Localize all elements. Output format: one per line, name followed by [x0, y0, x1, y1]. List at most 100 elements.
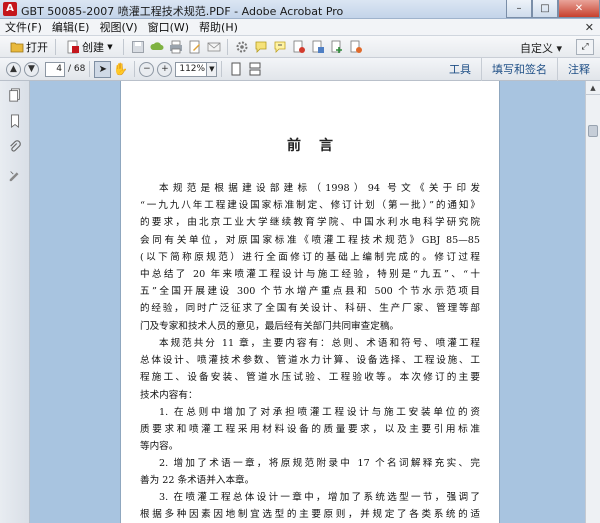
text-line: 的经验，同时广泛征求了全国有关设计、科研、生产厂家、管理等部 — [140, 303, 480, 315]
minimize-button[interactable]: – — [506, 0, 532, 18]
main-toolbar: 打开 创建 ▼ 自定义 ▾ ⤢ — [0, 36, 600, 58]
upload-cloud-icon[interactable] — [149, 40, 164, 54]
extract-page-icon[interactable] — [310, 40, 325, 54]
page-number-input[interactable]: 4 — [45, 61, 65, 77]
text-line: 3. 在喷灌工程总体设计一章中，增加了系统选型一节，强调了 — [159, 492, 480, 503]
signatures-icon[interactable] — [7, 167, 23, 183]
zoom-in-button[interactable]: + — [157, 61, 173, 77]
navigation-pane — [0, 81, 30, 523]
page-heading: 前言 — [287, 138, 351, 154]
zoom-dropdown-button[interactable]: ▼ — [207, 61, 218, 77]
separator — [55, 38, 56, 55]
text-line: 总体设计、喷灌技术参数、管道水力计算、设备选择、工程设施、工 — [140, 355, 480, 367]
insert-page-icon[interactable] — [329, 40, 344, 54]
text-line: 根据多种因素因地制宜选型的主要原则，并规定了各类系统的适 — [140, 509, 480, 521]
text-line: 本规范共分 11 章，主要内容有：总则、术语和符号、喷灌工程 — [159, 338, 480, 349]
arrow-up-icon: ▲ — [590, 83, 596, 92]
bookmarks-icon[interactable] — [7, 113, 23, 129]
open-button[interactable]: 打开 — [4, 38, 51, 56]
text-line: 2. 增加了术语一章，将原规范附录中 17 个名词解释充实、完 — [159, 458, 480, 469]
fit-page-icon[interactable] — [228, 62, 243, 76]
scrolling-mode-icon[interactable] — [247, 62, 262, 76]
vertical-scrollbar[interactable]: ▲ — [585, 81, 600, 523]
text-line: (以下简称原规范）进行全面修订的基础上编制完成的。修订过程 — [140, 251, 480, 263]
separator — [89, 61, 91, 77]
text-line: 等内容。 — [140, 441, 179, 453]
tools-pane-button[interactable]: 工具 — [439, 58, 481, 81]
menu-file[interactable]: 文件(F) — [0, 19, 47, 35]
zoom-level-input[interactable]: 112% — [175, 61, 208, 77]
zoom-out-button[interactable]: − — [139, 61, 155, 77]
highlight-icon[interactable] — [272, 40, 287, 54]
attachments-paperclip-icon[interactable] — [7, 139, 23, 155]
page-thumbnails-icon[interactable] — [7, 87, 23, 103]
hand-tool-icon[interactable]: ✋ — [113, 62, 128, 76]
gear-icon[interactable] — [234, 40, 249, 54]
folder-icon — [9, 40, 24, 54]
acrobat-app-icon: A — [3, 2, 17, 16]
text-line: 中总结了 20 年来喷灌工程设计与施工经验，特别是“九五”、“十 — [140, 269, 480, 281]
scrollbar-thumb[interactable] — [588, 125, 598, 137]
window-controls: – □ ✕ — [506, 0, 600, 18]
task-pane-links: 工具 填写和签名 注释 — [439, 58, 600, 81]
fill-sign-pane-button[interactable]: 填写和签名 — [481, 58, 557, 81]
text-line: 善为 22 条术语并入本章。 — [140, 475, 255, 487]
expand-button[interactable]: ⤢ — [576, 39, 594, 55]
separator — [221, 61, 223, 77]
menu-view[interactable]: 视图(V) — [94, 19, 142, 35]
text-line: 五”全国开展建设 300 个节水增产重点县和 500 个节水示范项目 — [140, 286, 480, 298]
arrow-down-icon: ▼ — [28, 64, 35, 74]
customize-dropdown[interactable]: 自定义 ▾ — [520, 40, 562, 56]
separator — [123, 38, 124, 55]
edit-document-icon[interactable] — [187, 40, 202, 54]
close-button[interactable]: ✕ — [558, 0, 600, 18]
menu-bar: 文件(F) 编辑(E) 视图(V) 窗口(W) 帮助(H) ✕ — [0, 19, 600, 36]
delete-page-icon[interactable] — [291, 40, 306, 54]
create-pdf-icon — [65, 40, 80, 54]
text-line: 的要求，由北京工业大学继续教育学院、中国水利水电科学研究院 — [140, 217, 480, 229]
paragraph-3: 1. 在总则中增加了对承担喷灌工程设计与施工安装单位的资 质要求和喷灌工程采用材… — [140, 404, 480, 456]
arrow-up-icon: ▲ — [10, 64, 17, 74]
select-tool-button[interactable]: ➤ — [94, 60, 112, 78]
customize-label: 自定义 — [519, 42, 553, 55]
pdf-page: 前言 本规范是根据建设部建标（1998）94 号文《关于印发 “一九九八年工程建… — [120, 81, 500, 523]
previous-page-button[interactable]: ▲ — [6, 61, 21, 77]
save-icon[interactable] — [130, 40, 145, 54]
text-line: 本规范是根据建设部建标（1998）94 号文《关于印发 — [159, 183, 480, 194]
open-label: 打开 — [26, 40, 48, 54]
text-line: 门及专家和技术人员的意见，最后经有关部门共同审查定稿。 — [140, 320, 400, 332]
document-viewport[interactable]: 前言 本规范是根据建设部建标（1998）94 号文《关于印发 “一九九八年工程建… — [30, 81, 585, 523]
comment-pane-button[interactable]: 注释 — [557, 58, 600, 81]
paragraph-4: 2. 增加了术语一章，将原规范附录中 17 个名词解释充实、完 善为 22 条术… — [140, 455, 480, 489]
comment-bubble-icon[interactable] — [253, 40, 268, 54]
scroll-up-button[interactable]: ▲ — [586, 81, 600, 95]
paragraph-1: 本规范是根据建设部建标（1998）94 号文《关于印发 “一九九八年工程建设国家… — [140, 180, 480, 335]
text-line: 会同有关单位，对原国家标准《喷灌工程技术规范》GBJ 85—85 — [140, 234, 480, 246]
chevron-down-icon: ▼ — [107, 42, 113, 51]
menu-edit[interactable]: 编辑(E) — [47, 19, 95, 35]
title-bar: A GBT 50085-2007 喷灌工程技术规范.PDF - Adobe Ac… — [0, 0, 600, 19]
maximize-button[interactable]: □ — [532, 0, 558, 18]
text-line: 技术内容有： — [140, 389, 198, 401]
separator — [227, 38, 228, 55]
create-button[interactable]: 创建 ▼ — [60, 38, 119, 56]
email-icon[interactable] — [206, 40, 221, 54]
menu-help[interactable]: 帮助(H) — [194, 19, 243, 35]
paragraph-5: 3. 在喷灌工程总体设计一章中，增加了系统选型一节，强调了 根据多种因素因地制宜… — [140, 489, 480, 523]
page-navigation-toolbar: ▲ ▼ 4 / 68 ➤ ✋ − + 112% ▼ 工具 填写和签名 注释 — [0, 58, 600, 81]
text-line: 1. 在总则中增加了对承担喷灌工程设计与施工安装单位的资 — [159, 407, 480, 418]
separator — [134, 61, 136, 77]
text-line: 质要求和喷灌工程采用材料设备的质量要求，以及主要引用标准 — [140, 424, 480, 436]
cursor-arrow-icon: ➤ — [98, 63, 108, 75]
chevron-down-icon: ▼ — [209, 65, 215, 73]
create-label: 创建 — [82, 40, 104, 54]
crop-page-icon[interactable] — [348, 40, 363, 54]
close-document-button[interactable]: ✕ — [585, 21, 594, 34]
text-line: “一九九八年工程建设国家标准制定、修订计划（第一批）”的通知》 — [140, 200, 480, 212]
next-page-button[interactable]: ▼ — [24, 61, 39, 77]
plus-icon: + — [161, 64, 169, 74]
window-title: GBT 50085-2007 喷灌工程技术规范.PDF - Adobe Acro… — [21, 5, 344, 18]
menu-window[interactable]: 窗口(W) — [143, 19, 194, 35]
text-line: 程施工、设备安装、管道水压试验、工程验收等。本次修订的主要 — [140, 372, 480, 384]
print-icon[interactable] — [168, 40, 183, 54]
